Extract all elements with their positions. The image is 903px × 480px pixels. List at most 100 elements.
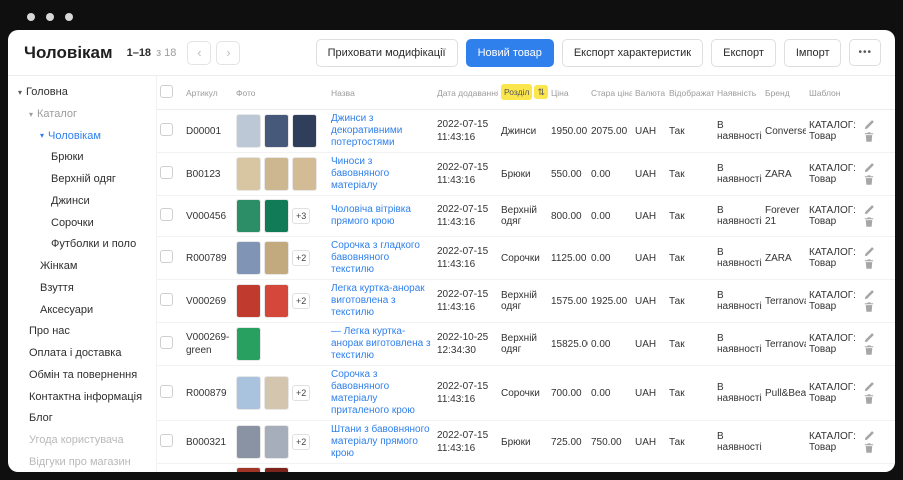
delete-icon[interactable] bbox=[863, 344, 875, 356]
sidebar-item-брюки[interactable]: Брюки bbox=[8, 147, 156, 169]
product-name-link[interactable]: Штани з бавовняного матеріалу прямого кр… bbox=[331, 424, 431, 460]
delete-icon[interactable] bbox=[863, 216, 875, 228]
product-photo-thumbnail[interactable] bbox=[264, 284, 289, 318]
edit-icon[interactable] bbox=[863, 119, 875, 131]
column-header-article[interactable]: Артикул bbox=[183, 76, 233, 110]
delete-icon[interactable] bbox=[863, 131, 875, 143]
product-photo-thumbnail[interactable] bbox=[236, 241, 261, 275]
edit-icon[interactable] bbox=[863, 430, 875, 442]
sidebar-item-джинси[interactable]: Джинси bbox=[8, 191, 156, 213]
sidebar-item-каталог[interactable]: ▾Каталог bbox=[8, 104, 156, 126]
product-photo-thumbnail[interactable] bbox=[292, 114, 317, 148]
select-all-checkbox[interactable] bbox=[160, 85, 173, 98]
sidebar-item-блог[interactable]: Блог bbox=[8, 408, 156, 430]
window-control-dot[interactable] bbox=[65, 13, 73, 21]
sidebar-item-угода-користувача[interactable]: Угода користувача bbox=[8, 430, 156, 452]
product-photo-thumbnail[interactable] bbox=[236, 284, 261, 318]
product-name-link[interactable]: — Легка куртка-анорак виготовлена з текс… bbox=[331, 326, 431, 362]
column-header-price[interactable]: Ціна bbox=[548, 76, 588, 110]
sidebar-item-взуття[interactable]: Взуття bbox=[8, 278, 156, 300]
more-photos-badge[interactable]: +2 bbox=[292, 434, 310, 450]
column-header-brand[interactable]: Бренд bbox=[762, 76, 806, 110]
edit-icon[interactable] bbox=[863, 246, 875, 258]
product-photo-thumbnail[interactable] bbox=[264, 376, 289, 410]
product-photo-thumbnail[interactable] bbox=[292, 157, 317, 191]
window-control-dot[interactable] bbox=[27, 13, 35, 21]
sidebar-item-чоловікам[interactable]: ▾Чоловікам bbox=[8, 126, 156, 148]
row-checkbox[interactable] bbox=[160, 123, 173, 136]
sidebar-item-про-нас[interactable]: Про нас bbox=[8, 321, 156, 343]
delete-icon[interactable] bbox=[863, 174, 875, 186]
sidebar-item-аксесуари[interactable]: Аксесуари bbox=[8, 300, 156, 322]
product-photo-thumbnail[interactable] bbox=[264, 199, 289, 233]
more-button[interactable]: ••• bbox=[849, 39, 881, 66]
pagination-prev-button[interactable]: ‹ bbox=[187, 41, 211, 65]
column-header-photo[interactable]: Фото bbox=[233, 76, 328, 110]
delete-icon[interactable] bbox=[863, 393, 875, 405]
row-checkbox[interactable] bbox=[160, 336, 173, 349]
sidebar-item-жінкам[interactable]: Жінкам bbox=[8, 256, 156, 278]
product-photo-thumbnail[interactable] bbox=[236, 376, 261, 410]
column-header-display[interactable]: Відображати bbox=[666, 76, 714, 110]
product-name-link[interactable]: Сорочка з бавовняного матеріалу притален… bbox=[331, 369, 431, 417]
product-photo-thumbnail[interactable] bbox=[264, 467, 289, 472]
column-header-template[interactable]: Шаблон bbox=[806, 76, 860, 110]
sort-icon[interactable]: ⇅ bbox=[534, 85, 548, 99]
article-value: R000879 bbox=[186, 387, 230, 400]
product-photo-thumbnail[interactable] bbox=[264, 241, 289, 275]
edit-icon[interactable] bbox=[863, 289, 875, 301]
export-characteristics-button[interactable]: Експорт характеристик bbox=[562, 39, 703, 67]
product-photo-thumbnail[interactable] bbox=[236, 114, 261, 148]
edit-icon[interactable] bbox=[863, 381, 875, 393]
product-photo-thumbnail[interactable] bbox=[236, 425, 261, 459]
edit-icon[interactable] bbox=[863, 332, 875, 344]
more-photos-badge[interactable]: +2 bbox=[292, 293, 310, 309]
product-photo-thumbnail[interactable] bbox=[236, 199, 261, 233]
product-photo-thumbnail[interactable] bbox=[236, 327, 261, 361]
row-checkbox[interactable] bbox=[160, 208, 173, 221]
sidebar-item-верхній-одяг[interactable]: Верхній одяг bbox=[8, 169, 156, 191]
sidebar-item-відгуки-про-магазин[interactable]: Відгуки про магазин bbox=[8, 452, 156, 472]
new-product-button[interactable]: Новий товар bbox=[466, 39, 554, 67]
sidebar-item-обмін-та-повернення[interactable]: Обмін та повернення bbox=[8, 365, 156, 387]
more-photos-badge[interactable]: +3 bbox=[292, 208, 310, 224]
window-control-dot[interactable] bbox=[46, 13, 54, 21]
delete-icon[interactable] bbox=[863, 301, 875, 313]
column-header-old_price[interactable]: Стара ціна bbox=[588, 76, 632, 110]
product-photo-thumbnail[interactable] bbox=[236, 157, 261, 191]
column-header-section[interactable]: Розділ⇅ bbox=[498, 76, 548, 110]
product-name-link[interactable]: Сорочка з гладкого бавовняного текстилю bbox=[331, 240, 431, 276]
row-checkbox[interactable] bbox=[160, 166, 173, 179]
row-checkbox[interactable] bbox=[160, 293, 173, 306]
column-header-date[interactable]: Дата додавання bbox=[434, 76, 498, 110]
product-photo-thumbnail[interactable] bbox=[264, 157, 289, 191]
column-header-currency[interactable]: Валюта bbox=[632, 76, 666, 110]
sidebar-item-контактна-інформація[interactable]: Контактна інформація bbox=[8, 387, 156, 409]
product-name-link[interactable]: Джинси з декоративними потертостями bbox=[331, 113, 431, 149]
pagination-next-button[interactable]: › bbox=[216, 41, 240, 65]
sidebar-item-оплата-і-доставка[interactable]: Оплата і доставка bbox=[8, 343, 156, 365]
delete-icon[interactable] bbox=[863, 258, 875, 270]
row-checkbox[interactable] bbox=[160, 250, 173, 263]
product-photo-thumbnail[interactable] bbox=[236, 467, 261, 472]
more-photos-badge[interactable]: +2 bbox=[292, 250, 310, 266]
import-button[interactable]: Імпорт bbox=[784, 39, 842, 67]
edit-icon[interactable] bbox=[863, 162, 875, 174]
sidebar-item-футболки-и-поло[interactable]: Футболки и поло bbox=[8, 234, 156, 256]
more-photos-badge[interactable]: +2 bbox=[292, 385, 310, 401]
product-name-link[interactable]: Чоловіча вітрівка прямого крою bbox=[331, 204, 431, 228]
product-name-link[interactable]: Легка куртка-анорак виготовлена з тексти… bbox=[331, 283, 431, 319]
export-button[interactable]: Експорт bbox=[711, 39, 776, 67]
edit-icon[interactable] bbox=[863, 204, 875, 216]
product-photo-thumbnail[interactable] bbox=[264, 425, 289, 459]
hide-modifications-button[interactable]: Приховати модифікації bbox=[316, 39, 458, 67]
row-checkbox[interactable] bbox=[160, 434, 173, 447]
product-photo-thumbnail[interactable] bbox=[264, 114, 289, 148]
column-header-name[interactable]: Назва bbox=[328, 76, 434, 110]
row-checkbox[interactable] bbox=[160, 385, 173, 398]
delete-icon[interactable] bbox=[863, 442, 875, 454]
product-name-link[interactable]: Чиноси з бавовняного матеріалу bbox=[331, 156, 431, 192]
column-header-availability[interactable]: Наявність bbox=[714, 76, 762, 110]
sidebar-item-сорочки[interactable]: Сорочки bbox=[8, 213, 156, 235]
sidebar-item-головна[interactable]: ▾Головна bbox=[8, 82, 156, 104]
